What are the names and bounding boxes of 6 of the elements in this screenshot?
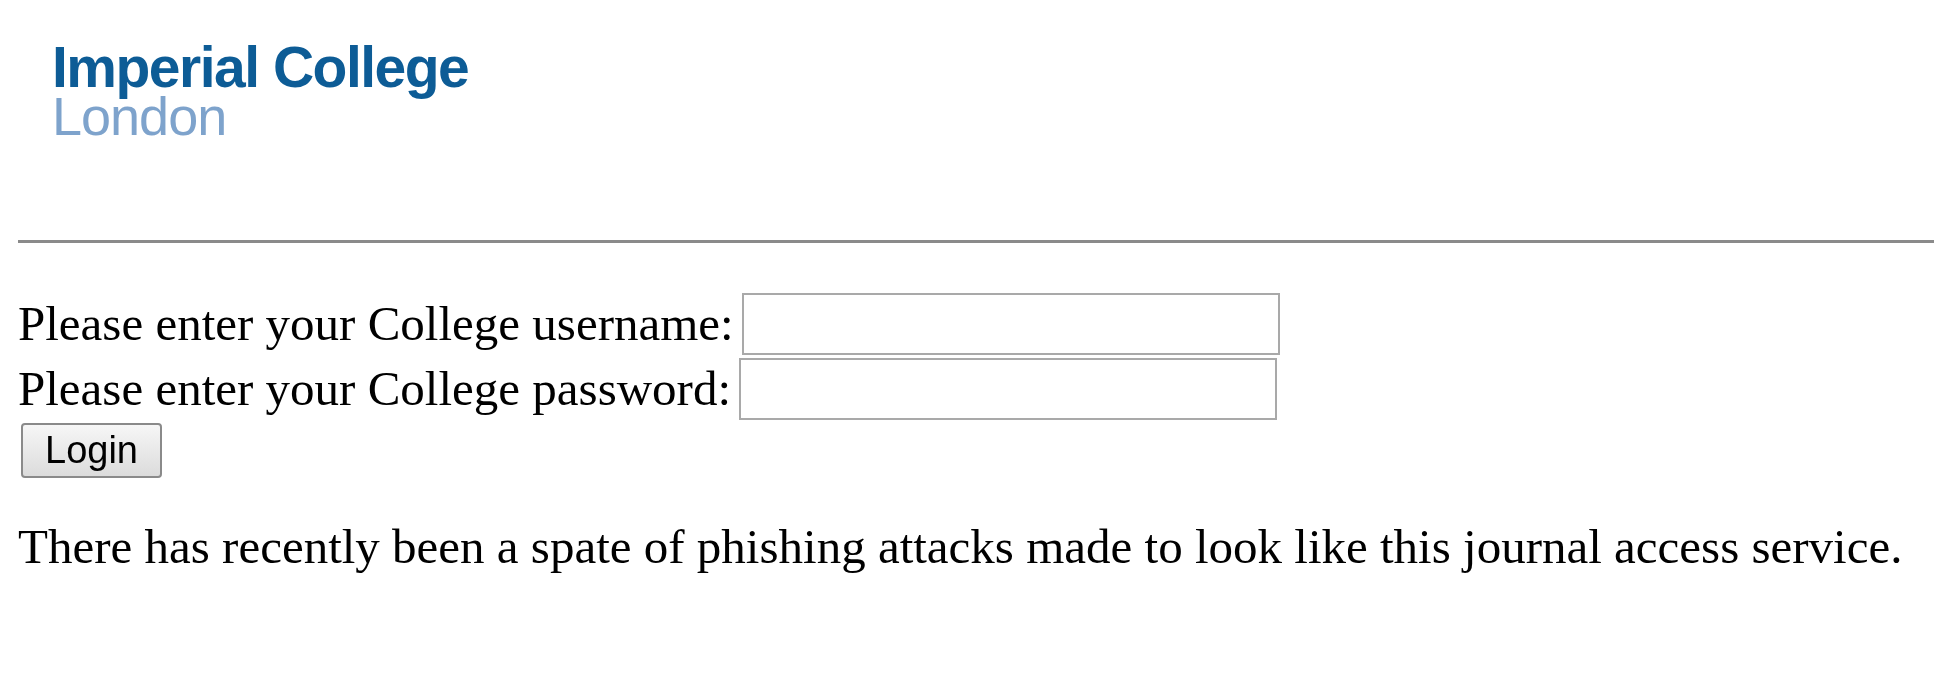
field-label: Please enter your College username: [18, 296, 734, 352]
input-field[interactable] [741, 293, 1280, 355]
login-button[interactable]: Login [21, 423, 162, 478]
input-field[interactable] [739, 358, 1278, 420]
field-label: Please enter your College password: [18, 361, 732, 417]
notice-text: There has recently been a spate of phishing attacks made to look like this journal access service. [18, 518, 1904, 575]
